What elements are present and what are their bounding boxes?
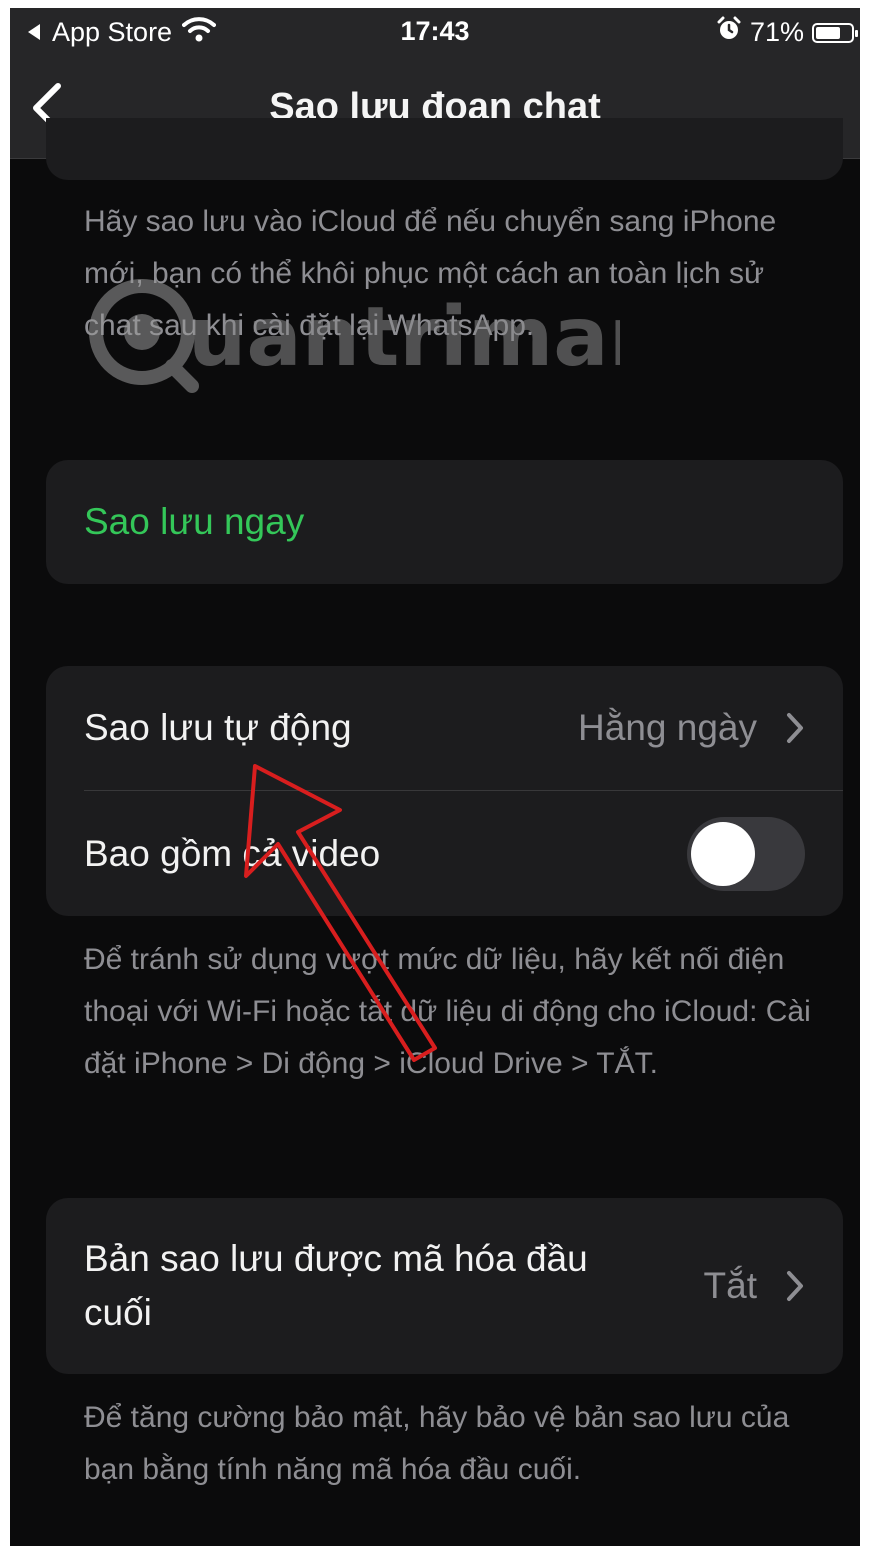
status-bar: App Store 17:43 71% [10, 8, 860, 58]
include-video-row: Bao gồm cả video [84, 791, 843, 916]
include-video-toggle[interactable] [687, 816, 805, 891]
e2e-backup-label: Bản sao lưu được mã hóa đầu cuối [84, 1238, 588, 1333]
battery-level-fill [816, 26, 841, 39]
chevron-right-icon [787, 1271, 803, 1301]
e2e-note: Để tăng cường bảo mật, hãy bảo vệ bản sa… [84, 1401, 790, 1486]
previous-card-edge [46, 118, 843, 180]
auto-backup-card: Sao lưu tự động Hằng ngày Bao gồm cả vid… [46, 666, 843, 916]
backup-now-button[interactable]: Sao lưu ngay [84, 460, 843, 584]
backup-now-label: Sao lưu ngay [84, 501, 305, 542]
screen: App Store 17:43 71% Sao lưu đoạn chat Hã… [10, 8, 860, 1546]
backup-now-card: Sao lưu ngay [46, 460, 843, 584]
toggle-knob [691, 821, 755, 886]
battery-icon [812, 22, 858, 43]
e2e-backup-value: Tắt [703, 1265, 757, 1306]
alarm-icon [716, 16, 742, 49]
e2e-backup-row[interactable]: Bản sao lưu được mã hóa đầu cuối Tắt [84, 1198, 843, 1374]
battery-percent: 71% [749, 17, 804, 47]
chevron-right-icon [787, 713, 803, 743]
auto-backup-row[interactable]: Sao lưu tự động Hằng ngày [84, 666, 843, 790]
include-video-label: Bao gồm cả video [84, 832, 381, 874]
e2e-backup-card: Bản sao lưu được mã hóa đầu cuối Tắt [46, 1198, 843, 1374]
auto-backup-value: Hằng ngày [578, 707, 757, 748]
data-usage-note: Để tránh sử dụng vượt mức dữ liệu, hãy k… [84, 943, 811, 1080]
auto-backup-label: Sao lưu tự động [84, 707, 352, 748]
backup-description: Hãy sao lưu vào iCloud để nếu chuyển san… [84, 205, 777, 342]
